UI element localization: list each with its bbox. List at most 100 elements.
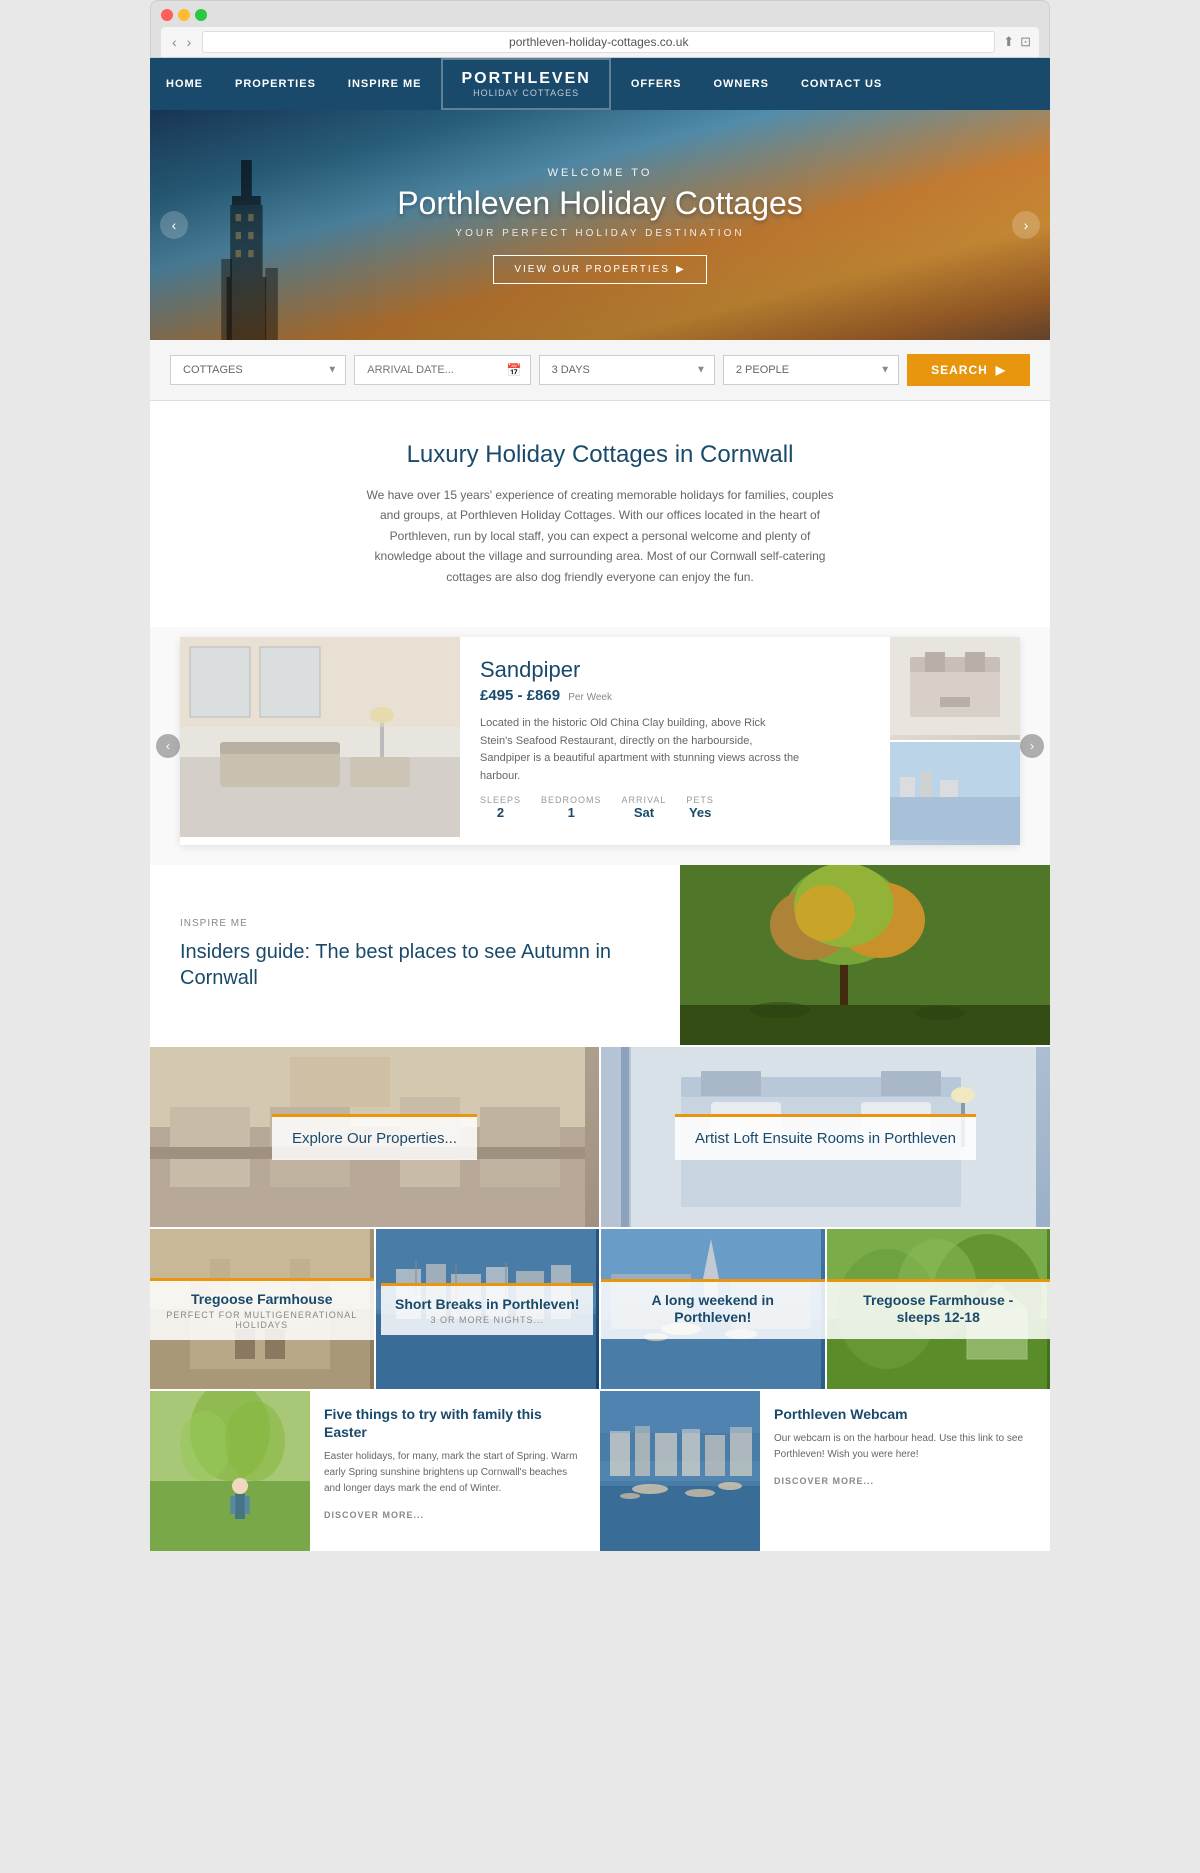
bottom-label-sub-0: PERFECT FOR MULTIGENERATIONAL HOLIDAYS [164,1310,360,1330]
sleeps-label: SLEEPS [480,795,521,805]
hero-next-btn[interactable]: › [1012,211,1040,239]
inspire-image [680,865,1050,1045]
bottom-label-wrap-0: Tregoose Farmhouse PERFECT FOR MULTIGENE… [150,1229,374,1389]
explore-bedroom-item[interactable]: Artist Loft Ensuite Rooms in Porthleven [601,1047,1050,1227]
property-price-range: £495 - £869 Per Week [480,687,870,705]
guests-select-wrap[interactable]: 2 PEOPLE ▼ [723,355,899,385]
duration-select-wrap[interactable]: 3 DAYS ▼ [539,355,715,385]
browser-share-btn[interactable]: ⬆ [1003,34,1014,50]
bottom-item-3[interactable]: Tregoose Farmhouse - sleeps 12-18 [827,1229,1051,1389]
duration-select[interactable]: 3 DAYS [552,364,702,376]
arrival-label: ARRIVAL [622,795,667,805]
blog-text-0: Five things to try with family this East… [310,1391,600,1551]
hero-prev-btn[interactable]: ‹ [160,211,188,239]
blog-link-0[interactable]: DISCOVER MORE... [324,1510,424,1520]
arrival-date-input[interactable] [367,364,517,376]
browser-forward-btn[interactable]: › [184,34,195,50]
bottom-label-wrap-1: Short Breaks in Porthleven! 3 OR MORE NI… [376,1229,600,1389]
property-side-images [890,637,1020,845]
bottom-label-main-2: A long weekend in Porthleven! [615,1292,811,1326]
inspire-text: INSPIRE ME Insiders guide: The best plac… [150,865,680,1045]
explore-kitchen-item[interactable]: Explore Our Properties... [150,1047,599,1227]
intro-section: Luxury Holiday Cottages in Cornwall We h… [150,401,1050,627]
property-side-image-bedroom [890,637,1020,740]
hero-welcome-text: WELCOME TO [397,167,803,179]
browser-toolbar: ‹ › porthleven-holiday-cottages.co.uk ⬆ … [161,27,1039,57]
blog-title-1: Porthleven Webcam [774,1405,1036,1423]
blog-item-0: Five things to try with family this East… [150,1391,600,1551]
browser-close-btn[interactable] [161,9,173,21]
blog-title-0: Five things to try with family this East… [324,1405,586,1441]
browser-minimize-btn[interactable] [178,9,190,21]
property-type-select-wrap[interactable]: COTTAGES ▼ [170,355,346,385]
property-next-btn[interactable]: › [1020,734,1044,758]
calendar-icon: 📅 [507,363,522,377]
hero-cta-arrow-icon: ▶ [676,264,686,275]
search-button[interactable]: SEARCH ▶ [907,354,1030,386]
blog-section: Five things to try with family this East… [150,1391,1050,1551]
blog-image-1 [600,1391,760,1551]
hero-content: WELCOME TO Porthleven Holiday Cottages Y… [397,167,803,284]
guests-select[interactable]: 2 PEOPLE [736,364,886,376]
explore-kitchen-text: Explore Our Properties... [292,1129,457,1149]
arrival-date-wrap[interactable]: 📅 [354,355,530,385]
browser-chrome: ‹ › porthleven-holiday-cottages.co.uk ⬆ … [150,0,1050,58]
bottom-item-1[interactable]: Short Breaks in Porthleven! 3 OR MORE NI… [376,1229,600,1389]
property-side-image-view [890,742,1020,845]
hero-cta-button[interactable]: VIEW OUR PROPERTIES ▶ [493,255,706,284]
pets-label: PETS [686,795,714,805]
property-detail-pets: PETS Yes [686,795,714,820]
nav-item-contact[interactable]: CONTACT US [785,64,898,104]
property-card: Sandpiper £495 - £869 Per Week Located i… [180,637,1020,845]
inspire-section: INSPIRE ME Insiders guide: The best plac… [150,865,1050,1045]
bottom-label-wrap-3: Tregoose Farmhouse - sleeps 12-18 [827,1229,1051,1389]
hero-tower-silhouette [210,160,290,340]
nav-logo-main: PORTHLEVEN [461,70,590,88]
bedrooms-label: BEDROOMS [541,795,602,805]
intro-text: We have over 15 years' experience of cre… [360,485,840,587]
bottom-label-main-3: Tregoose Farmhouse - sleeps 12-18 [841,1292,1037,1326]
browser-back-btn[interactable]: ‹ [169,34,180,50]
browser-address-bar[interactable]: porthleven-holiday-cottages.co.uk [202,31,995,53]
property-detail-bedrooms: BEDROOMS 1 [541,795,602,820]
browser-maximize-btn[interactable] [195,9,207,21]
property-prev-btn[interactable]: ‹ [156,734,180,758]
property-details: SLEEPS 2 BEDROOMS 1 ARRIVAL Sat PETS Yes [480,795,870,820]
property-section: ‹ [150,627,1050,865]
browser-nav: ‹ › [169,34,194,50]
explore-bedroom-text: Artist Loft Ensuite Rooms in Porthleven [695,1129,956,1149]
property-main-image [180,637,460,837]
main-nav: HOME PROPERTIES INSPIRE ME PORTHLEVEN HO… [150,58,1050,110]
arrival-value: Sat [622,805,667,820]
property-detail-sleeps: SLEEPS 2 [480,795,521,820]
property-type-select[interactable]: COTTAGES [183,364,333,376]
blog-image-0 [150,1391,310,1551]
property-description: Located in the historic Old China Clay b… [480,715,800,785]
nav-item-home[interactable]: HOME [150,64,219,104]
nav-item-owners[interactable]: OWNERS [697,64,785,104]
inspire-tag: INSPIRE ME [180,918,650,929]
inspire-title: Insiders guide: The best places to see A… [180,939,650,991]
nav-logo[interactable]: PORTHLEVEN HOLIDAY COTTAGES [441,58,610,110]
bottom-grid: Tregoose Farmhouse PERFECT FOR MULTIGENE… [150,1229,1050,1389]
property-main-img-svg [180,637,460,837]
bottom-label-main-1: Short Breaks in Porthleven! [395,1296,579,1313]
property-price-label: Per Week [568,692,612,703]
nav-item-inspire[interactable]: INSPIRE ME [332,64,438,104]
blog-link-1[interactable]: DISCOVER MORE... [774,1476,874,1486]
browser-tab-btn[interactable]: ⊡ [1020,34,1031,50]
nav-item-properties[interactable]: PROPERTIES [219,64,332,104]
blog-item-1: Porthleven Webcam Our webcam is on the h… [600,1391,1050,1551]
nav-logo-sub: HOLIDAY COTTAGES [461,88,590,98]
sleeps-value: 2 [480,805,521,820]
explore-kitchen-label: Explore Our Properties... [150,1047,599,1227]
bottom-item-0[interactable]: Tregoose Farmhouse PERFECT FOR MULTIGENE… [150,1229,374,1389]
hero-subtitle: YOUR PERFECT HOLIDAY DESTINATION [397,228,803,239]
site-wrapper: HOME PROPERTIES INSPIRE ME PORTHLEVEN HO… [150,58,1050,1551]
bottom-item-2[interactable]: A long weekend in Porthleven! [601,1229,825,1389]
blog-excerpt-0: Easter holidays, for many, mark the star… [324,1449,586,1497]
nav-item-offers[interactable]: OFFERS [615,64,698,104]
bottom-label-main-0: Tregoose Farmhouse [164,1291,360,1308]
bedrooms-value: 1 [541,805,602,820]
explore-grid: Explore Our Properties... [150,1047,1050,1227]
